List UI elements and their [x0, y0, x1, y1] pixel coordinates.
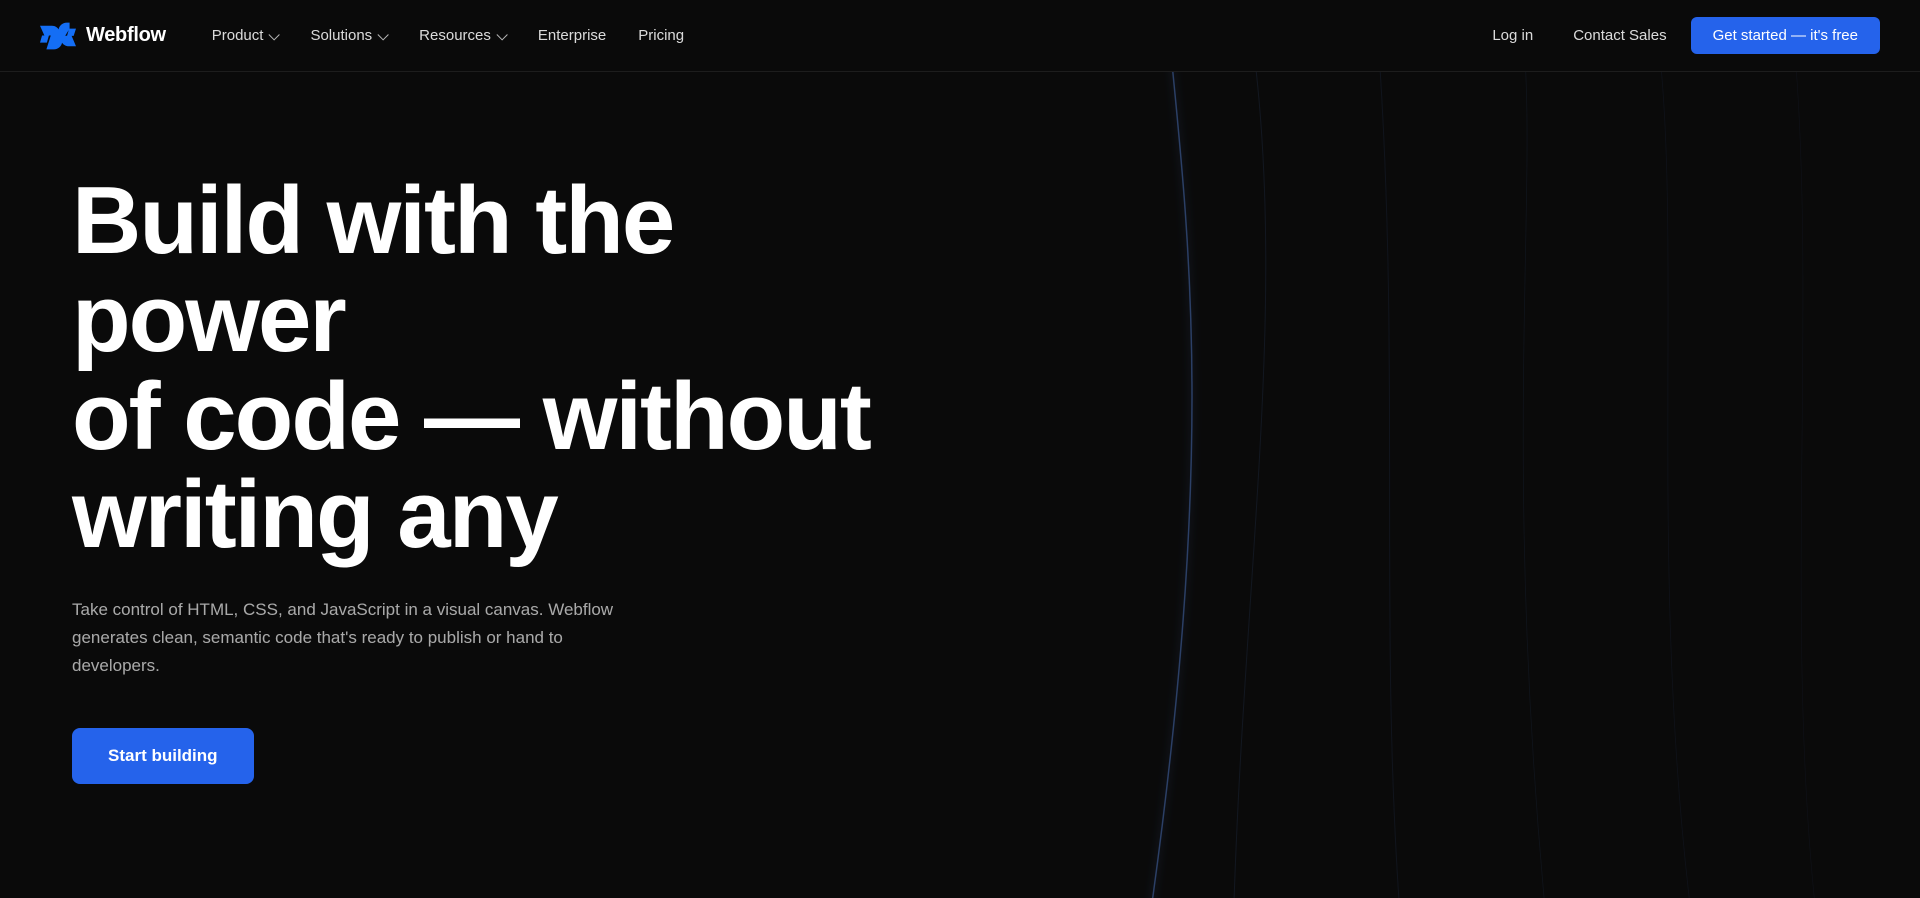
login-link[interactable]: Log in: [1476, 19, 1549, 52]
nav-link-pricing[interactable]: Pricing: [624, 19, 698, 52]
nav-link-solutions[interactable]: Solutions: [296, 19, 401, 52]
main-nav: Webflow Product Solutions Resources: [0, 0, 1920, 72]
nav-right: Log in Contact Sales Get started — it's …: [1476, 17, 1880, 54]
contact-sales-link[interactable]: Contact Sales: [1557, 19, 1682, 52]
nav-item-pricing: Pricing: [624, 19, 698, 52]
nav-item-solutions: Solutions: [296, 19, 401, 52]
nav-item-enterprise: Enterprise: [524, 19, 620, 52]
nav-link-enterprise[interactable]: Enterprise: [524, 19, 620, 52]
nav-left: Webflow Product Solutions Resources: [40, 19, 698, 52]
hero-heading: Build with the power of code — without w…: [72, 172, 932, 564]
get-started-button[interactable]: Get started — it's free: [1691, 17, 1880, 54]
nav-item-product: Product: [198, 19, 293, 52]
nav-link-product[interactable]: Product: [198, 19, 293, 52]
nav-item-resources: Resources: [405, 19, 520, 52]
webflow-logo-icon: [40, 22, 76, 50]
start-building-button[interactable]: Start building: [72, 728, 254, 784]
nav-link-resources[interactable]: Resources: [405, 19, 520, 52]
chevron-down-icon: [496, 33, 506, 39]
hero-section: Build with the power of code — without w…: [0, 72, 1920, 898]
logo-text: Webflow: [86, 24, 166, 47]
chevron-down-icon: [268, 33, 278, 39]
chevron-down-icon: [377, 33, 387, 39]
hero-subtext: Take control of HTML, CSS, and JavaScrip…: [72, 596, 632, 680]
logo-link[interactable]: Webflow: [40, 22, 166, 50]
hero-content: Build with the power of code — without w…: [72, 172, 932, 784]
nav-links: Product Solutions Resources Enterprise: [198, 19, 698, 52]
